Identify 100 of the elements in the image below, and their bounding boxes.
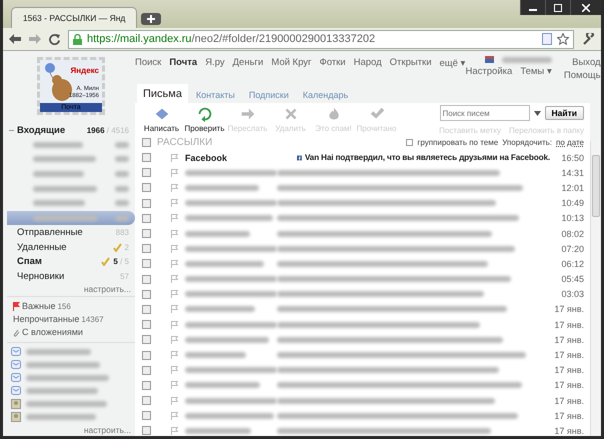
- flag-icon[interactable]: [171, 412, 178, 420]
- dropdown-icon[interactable]: [534, 110, 541, 116]
- flag-icon[interactable]: [171, 275, 178, 284]
- message-row[interactable]: 17 янв.: [135, 362, 590, 378]
- flag-icon[interactable]: [171, 244, 178, 253]
- find-button[interactable]: Найти: [544, 106, 584, 120]
- filter-link[interactable]: Непрочитанные 14367: [13, 314, 135, 325]
- flag-icon[interactable]: [171, 305, 178, 314]
- message-row[interactable]: 17 янв.: [135, 408, 590, 424]
- message-row[interactable]: 07:20: [135, 241, 590, 256]
- flag-icon[interactable]: [171, 320, 178, 329]
- row-checkbox[interactable]: [142, 350, 151, 360]
- service-link[interactable]: Мой Круг: [271, 57, 312, 84]
- tab[interactable]: Письма: [137, 84, 188, 103]
- row-checkbox[interactable]: [142, 168, 151, 178]
- row-checkbox[interactable]: [142, 290, 151, 299]
- row-checkbox[interactable]: [142, 335, 151, 344]
- message-row[interactable]: 12:01: [135, 180, 590, 196]
- tab[interactable]: Контакты: [190, 86, 241, 103]
- toolbar-button[interactable]: Написать: [141, 105, 182, 133]
- row-checkbox[interactable]: [142, 153, 151, 162]
- service-link[interactable]: ещё ▾: [440, 57, 466, 84]
- header-link[interactable]: Выход: [572, 57, 601, 68]
- message-row[interactable]: 10:13: [135, 210, 590, 226]
- service-link[interactable]: Фотки: [320, 57, 346, 84]
- flag-icon[interactable]: [171, 199, 178, 208]
- tab[interactable]: Подписки: [242, 86, 295, 103]
- message-row[interactable]: 10:49: [135, 196, 590, 211]
- flag-icon[interactable]: [171, 381, 178, 390]
- row-checkbox[interactable]: [142, 198, 151, 208]
- toolbar-button[interactable]: Проверить: [184, 105, 225, 133]
- user-link[interactable]: Настройка: [466, 66, 512, 76]
- back-icon[interactable]: [9, 34, 21, 44]
- select-all-checkbox[interactable]: [142, 138, 151, 147]
- message-row[interactable]: 17 янв.: [135, 317, 590, 332]
- browser-tab[interactable]: 1563 - РАССЫЛКИ — Янд: [11, 7, 137, 28]
- tab[interactable]: Календарь: [296, 86, 354, 103]
- service-link[interactable]: Народ: [354, 57, 382, 84]
- service-link[interactable]: Почта: [169, 57, 198, 84]
- row-checkbox[interactable]: [142, 274, 151, 284]
- maximize-button[interactable]: [545, 0, 570, 15]
- row-checkbox[interactable]: [142, 259, 151, 268]
- header-link[interactable]: Помощь: [564, 70, 601, 81]
- reload-icon[interactable]: [49, 34, 60, 44]
- setup-link[interactable]: настроить...: [84, 284, 131, 294]
- row-checkbox[interactable]: [142, 214, 151, 223]
- message-row[interactable]: 03:03: [135, 286, 590, 302]
- row-checkbox[interactable]: [142, 366, 151, 375]
- subfolder-item[interactable]: [7, 210, 135, 226]
- row-checkbox[interactable]: [142, 320, 151, 330]
- search-field[interactable]: Поиск писем: [440, 105, 530, 121]
- row-checkbox[interactable]: [142, 426, 151, 436]
- row-checkbox[interactable]: [142, 304, 151, 314]
- message-row[interactable]: Facebook Van Hai подтвердил, что вы являетесь друзьями на Facebook. 16:50: [135, 150, 590, 166]
- star-icon[interactable]: [557, 33, 569, 45]
- scrollbar-thumb[interactable]: [592, 155, 600, 217]
- message-row[interactable]: 17 янв.: [135, 423, 590, 436]
- row-checkbox[interactable]: [142, 229, 151, 238]
- flag-icon[interactable]: [171, 426, 178, 435]
- message-row[interactable]: 06:12: [135, 256, 590, 272]
- row-checkbox[interactable]: [142, 183, 151, 192]
- message-row[interactable]: 14:31: [135, 165, 590, 180]
- row-checkbox[interactable]: [142, 380, 151, 390]
- setup-link[interactable]: настроить...: [84, 424, 131, 435]
- flag-icon[interactable]: [171, 396, 178, 405]
- message-row[interactable]: 17 янв.: [135, 332, 590, 348]
- filter-link[interactable]: С вложениями: [13, 326, 135, 338]
- close-window-button[interactable]: [570, 0, 601, 15]
- flag-icon[interactable]: [171, 290, 178, 298]
- flag-icon[interactable]: [171, 184, 178, 192]
- flag-icon[interactable]: [171, 366, 178, 374]
- flag-icon[interactable]: [171, 351, 178, 360]
- collapse-icon[interactable]: [9, 128, 14, 133]
- service-link[interactable]: Поиск: [135, 57, 162, 84]
- user-link[interactable]: Темы ▾: [520, 65, 552, 77]
- wrench-icon[interactable]: [582, 32, 595, 46]
- message-row[interactable]: 17 янв.: [135, 378, 590, 393]
- row-checkbox[interactable]: [142, 411, 151, 420]
- service-link[interactable]: Я.ру: [205, 57, 225, 84]
- flag-icon[interactable]: [171, 168, 178, 177]
- new-tab-button[interactable]: [141, 13, 161, 25]
- flag-icon[interactable]: [171, 336, 178, 344]
- flag-icon[interactable]: [171, 214, 178, 222]
- service-link[interactable]: Деньги: [232, 57, 264, 84]
- row-checkbox[interactable]: [142, 396, 151, 406]
- scrollbar[interactable]: [590, 141, 601, 436]
- flag-icon[interactable]: [171, 260, 178, 268]
- address-bar[interactable]: https://mail.yandex.ru/neo2/#folder/2190000290013337202: [68, 30, 574, 48]
- service-link[interactable]: Открытки: [390, 57, 432, 84]
- message-row[interactable]: 05:45: [135, 272, 590, 287]
- message-row[interactable]: 17 янв.: [135, 393, 590, 408]
- filter-link[interactable]: Важные 156: [13, 300, 135, 312]
- message-row[interactable]: 17 янв.: [135, 347, 590, 363]
- group-checkbox[interactable]: [406, 139, 414, 146]
- message-row[interactable]: 17 янв.: [135, 302, 590, 318]
- minimize-button[interactable]: [520, 0, 545, 15]
- sort-link[interactable]: по дате: [556, 138, 584, 147]
- message-row[interactable]: 08:02: [135, 226, 590, 242]
- flag-icon[interactable]: [171, 154, 178, 162]
- row-checkbox[interactable]: [142, 244, 151, 254]
